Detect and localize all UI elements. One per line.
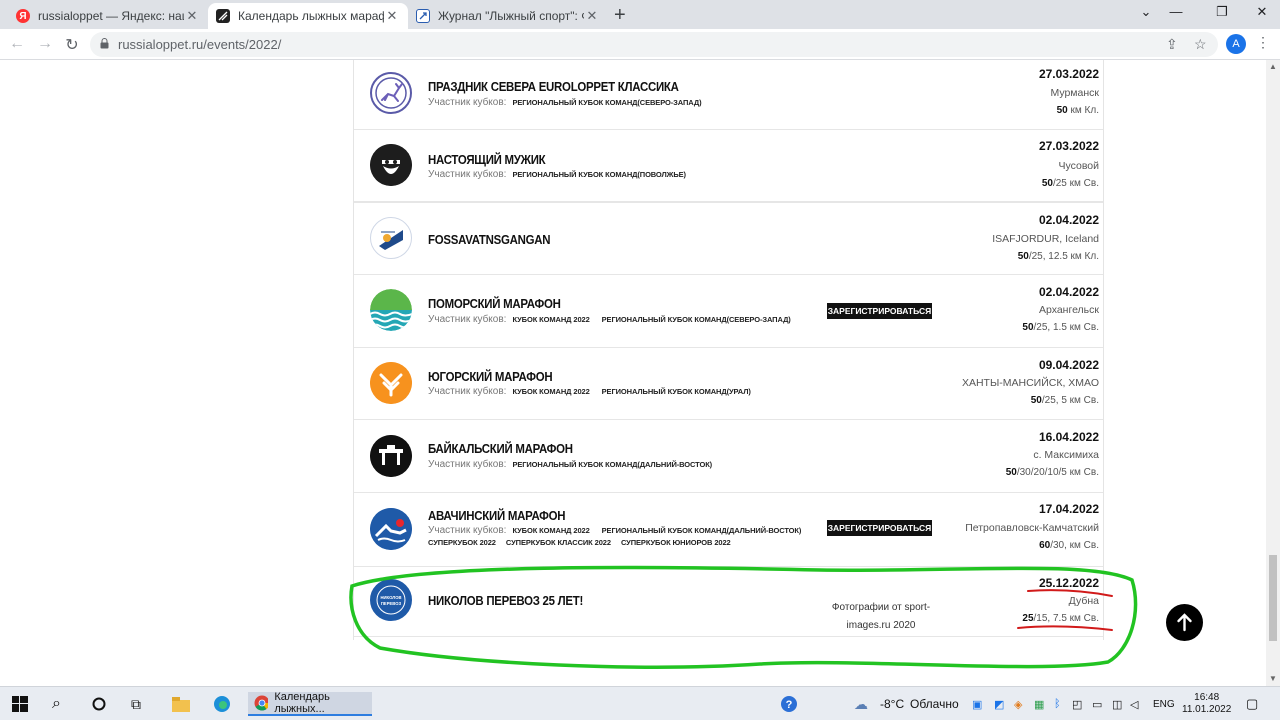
volume-icon[interactable]: ◁ bbox=[1130, 692, 1138, 716]
minimize-icon[interactable]: — bbox=[1166, 4, 1186, 19]
cortana-icon[interactable] bbox=[92, 692, 106, 716]
tab-title: russialoppet — Яндекс: нашлось bbox=[38, 9, 184, 23]
ski-favicon-icon bbox=[216, 9, 230, 23]
yandex-favicon-icon: Я bbox=[16, 9, 30, 23]
page-content: ПРАЗДНИК СЕВЕРА EUROLOPPET КЛАССИКА Учас… bbox=[0, 60, 1266, 686]
weather-temp[interactable]: -8°C bbox=[880, 692, 904, 716]
scroll-down-arrow-icon[interactable]: ▼ bbox=[1269, 674, 1277, 683]
tray-app-icon[interactable]: ◩ bbox=[994, 692, 1004, 716]
lock-icon[interactable] bbox=[100, 38, 109, 49]
red-underline-date bbox=[1027, 589, 1113, 597]
battery-icon[interactable]: ▭ bbox=[1092, 692, 1102, 716]
edge-icon[interactable] bbox=[213, 692, 231, 716]
chrome-icon bbox=[254, 695, 269, 711]
journal-favicon-icon bbox=[416, 9, 430, 23]
tab-title: Журнал "Лыжный спорт": Форум bbox=[438, 9, 584, 23]
forward-arrow-icon[interactable]: → bbox=[36, 35, 54, 53]
reload-icon[interactable]: ↻ bbox=[63, 35, 81, 55]
close-tab-icon[interactable]: ✕ bbox=[384, 8, 400, 24]
scroll-to-top-button[interactable] bbox=[1166, 604, 1203, 641]
browser-toolbar: ← → ↻ russialoppet.ru/events/2022/ ⇪ ☆ A… bbox=[0, 29, 1280, 60]
tab-ski-journal[interactable]: Журнал "Лыжный спорт": Форум ✕ bbox=[408, 3, 608, 29]
profile-avatar[interactable]: A bbox=[1226, 34, 1246, 54]
tab-yandex[interactable]: Я russialoppet — Яндекс: нашлось ✕ bbox=[8, 3, 208, 29]
windows-start-icon[interactable] bbox=[12, 692, 28, 716]
tab-title: Календарь лыжных марафонов bbox=[238, 9, 384, 23]
active-window-title: Календарь лыжных... bbox=[274, 691, 330, 715]
tray-app-icon[interactable]: ▣ bbox=[972, 692, 982, 716]
scroll-up-arrow-icon[interactable]: ▲ bbox=[1269, 62, 1277, 71]
network-icon[interactable]: ◫ bbox=[1112, 692, 1122, 716]
address-bar[interactable]: russialoppet.ru/events/2022/ ⇪ ☆ bbox=[90, 32, 1218, 57]
arrow-up-icon bbox=[1177, 613, 1192, 632]
tab-ski-calendar[interactable]: Календарь лыжных марафонов ✕ bbox=[208, 3, 408, 29]
weather-cloud-icon[interactable]: ☁ bbox=[854, 692, 868, 716]
new-tab-button[interactable]: + bbox=[614, 4, 626, 27]
tray-app-icon[interactable]: ◰ bbox=[1072, 692, 1082, 716]
clock-time: 16:48 bbox=[1194, 692, 1220, 703]
search-icon[interactable]: ⌕ bbox=[52, 692, 61, 716]
clock[interactable]: 16:48 11.01.2022 bbox=[1182, 689, 1231, 719]
clock-date: 11.01.2022 bbox=[1182, 704, 1232, 715]
maximize-icon[interactable]: ❐ bbox=[1212, 4, 1232, 20]
close-tab-icon[interactable]: ✕ bbox=[184, 8, 200, 24]
chrome-taskbar-button[interactable]: Календарь лыжных... bbox=[248, 691, 372, 716]
more-menu-icon[interactable]: ⋮ bbox=[1256, 34, 1270, 51]
browser-tab-strip: Я russialoppet — Яндекс: нашлось ✕ Кален… bbox=[0, 0, 1280, 29]
language-indicator[interactable]: ENG bbox=[1153, 692, 1175, 716]
red-underline-distance bbox=[1017, 625, 1113, 631]
svg-text:?: ? bbox=[786, 699, 793, 711]
annotation-overlay bbox=[349, 565, 1138, 669]
tab-search-icon[interactable]: ⌄ bbox=[1136, 4, 1156, 20]
tray-app-icon[interactable]: ▦ bbox=[1034, 692, 1044, 716]
windows-taskbar: ⌕ ⧉ Календарь лыжных... ? ☁ -8°C Облачно… bbox=[0, 686, 1280, 720]
back-arrow-icon[interactable]: ← bbox=[8, 35, 26, 53]
page-scrollbar[interactable]: ▲ ▼ bbox=[1266, 60, 1280, 686]
notifications-icon[interactable]: ▢ bbox=[1246, 692, 1258, 716]
task-view-icon[interactable]: ⧉ bbox=[131, 692, 141, 716]
bookmark-star-icon[interactable]: ☆ bbox=[1194, 36, 1207, 53]
weather-condition[interactable]: Облачно bbox=[910, 692, 959, 716]
close-tab-icon[interactable]: ✕ bbox=[584, 8, 600, 24]
tray-app-icon[interactable]: ◈ bbox=[1014, 692, 1022, 716]
scrollbar-thumb[interactable] bbox=[1269, 555, 1277, 641]
url-text[interactable]: russialoppet.ru/events/2022/ bbox=[118, 37, 281, 52]
share-icon[interactable]: ⇪ bbox=[1166, 36, 1178, 53]
help-icon[interactable]: ? bbox=[780, 692, 798, 716]
close-window-icon[interactable]: ✕ bbox=[1252, 4, 1272, 20]
green-highlight-circle bbox=[349, 565, 1138, 669]
bluetooth-icon[interactable]: ᛒ bbox=[1054, 692, 1061, 716]
file-explorer-icon[interactable] bbox=[172, 692, 190, 716]
